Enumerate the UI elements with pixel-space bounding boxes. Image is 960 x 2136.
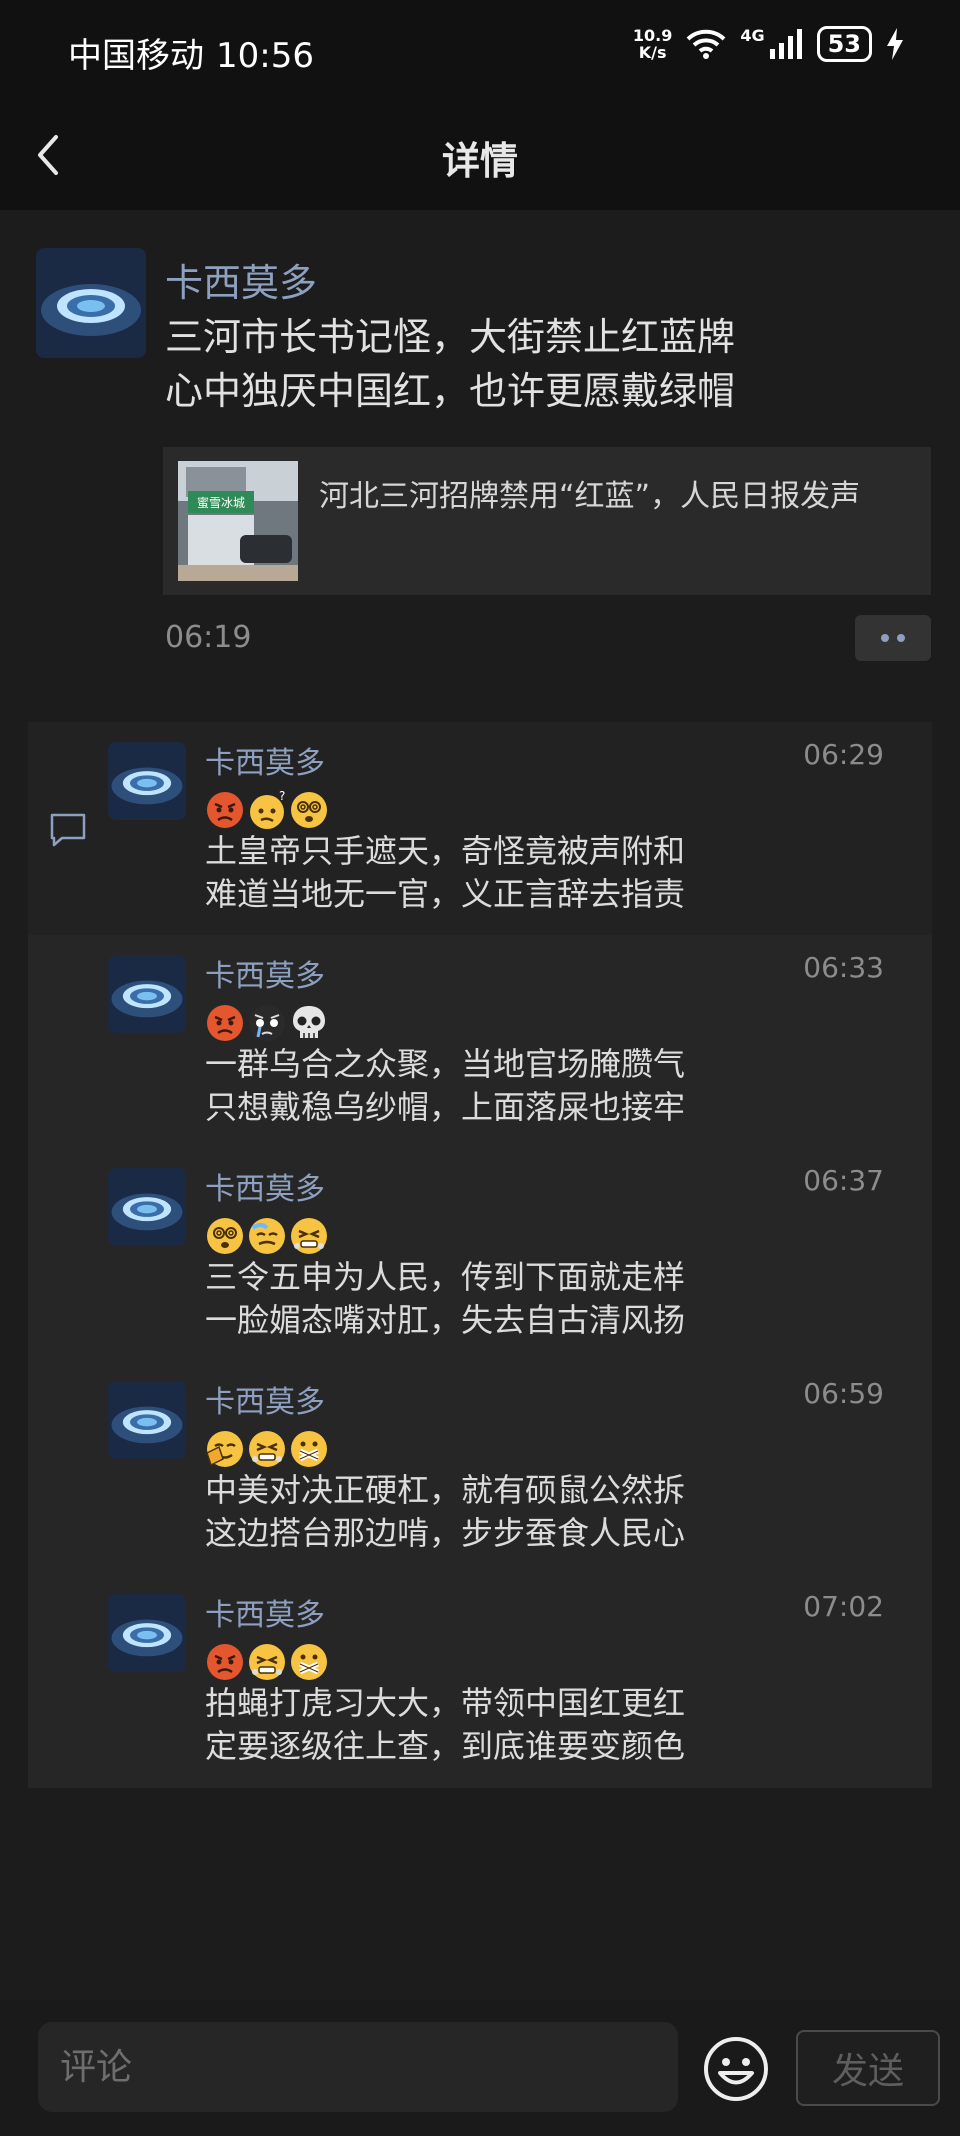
comment-text-line: 定要逐级往上查，到底谁要变颜色 <box>205 1727 686 1765</box>
comment-avatar[interactable] <box>108 1594 186 1672</box>
comment-text: 土皇帝只手遮天，奇怪竟被声附和 难道当地无一官，义正言辞去指责 <box>205 830 685 916</box>
post-text-line: 三河市长书记怪，大街禁止红蓝牌 <box>165 315 736 359</box>
triumph-face-icon <box>291 1218 327 1254</box>
comment-text-line: 拍蝇打虎习大大，带领中国红更红 <box>205 1684 686 1722</box>
comment-item[interactable]: 卡西莫多 06:29 ? 土皇帝只手遮天，奇怪竟被声附和 难道当地无一官，义正言… <box>28 722 932 935</box>
battery-indicator: 53 <box>816 26 872 62</box>
triumph-face-icon <box>249 1431 285 1467</box>
net-speed: 10.9 K/s <box>633 27 672 61</box>
comment-avatar[interactable] <box>108 742 186 820</box>
page-title: 详情 <box>441 139 518 183</box>
dizzy-face-icon <box>207 1218 243 1254</box>
comment-item[interactable]: 卡西莫多 07:02 拍蝇打虎习大大，带领中国红更红 定要逐级往上查，到底谁要变… <box>28 1574 932 1787</box>
comment-item[interactable]: 卡西莫多 06:33 一群乌合之众聚，当地官场腌臜气 只想戴稳乌纱帽，上面落屎也… <box>28 935 932 1148</box>
comment-text: 一群乌合之众聚，当地官场腌臜气 只想戴稳乌纱帽，上面落屎也接牢 <box>205 1043 685 1129</box>
comment-author[interactable]: 卡西莫多 <box>205 1590 325 1634</box>
comment-item[interactable]: 卡西莫多 06:37 三令五申为人民，传到下面就走样 一脸媚态嘴对肛，失去自古清… <box>28 1148 932 1361</box>
comment-author[interactable]: 卡西莫多 <box>205 738 325 782</box>
comment-text-line: 这边搭台那边啃，步步蚕食人民心 <box>205 1514 686 1552</box>
emoji-button[interactable] <box>703 2036 769 2102</box>
comment-text-line: 一脸媚态嘴对肛，失去自古清风扬 <box>205 1301 686 1339</box>
triumph-face-icon <box>249 1644 285 1680</box>
more-actions-button[interactable] <box>855 615 931 661</box>
comment-text: 三令五申为人民，传到下面就走样 一脸媚态嘴对肛，失去自古清风扬 <box>205 1256 685 1342</box>
comment-emojis: ? <box>205 790 329 830</box>
comment-author[interactable]: 卡西莫多 <box>205 951 325 995</box>
carrier-name: 中国移动 <box>68 36 204 76</box>
network-type: 4G <box>740 26 765 45</box>
stadium-avatar-image <box>108 955 186 1033</box>
stadium-avatar-image <box>108 1594 186 1672</box>
send-button[interactable]: 发送 <box>796 2030 940 2106</box>
comment-text-line: 土皇帝只手遮天，奇怪竟被声附和 <box>205 832 686 870</box>
comment-time: 06:33 <box>803 951 884 984</box>
comment-input[interactable] <box>38 2022 678 2112</box>
post-text-line: 心中独厌中国红，也许更愿戴绿帽 <box>165 369 736 413</box>
status-right: 10.9 K/s 4G 53 <box>633 26 904 62</box>
net-speed-unit: K/s <box>638 43 667 62</box>
facepalm-icon <box>206 1431 243 1467</box>
comment-bubble-icon <box>50 813 86 847</box>
zipped-mouth-icon <box>291 1644 327 1680</box>
clock: 10:56 <box>216 36 314 76</box>
comment-avatar[interactable] <box>108 1168 186 1246</box>
signal-icon <box>769 29 802 59</box>
comment-avatar[interactable] <box>108 955 186 1033</box>
comment-emojis <box>205 1642 329 1682</box>
comment-text-line: 只想戴稳乌纱帽，上面落屎也接牢 <box>205 1088 686 1126</box>
comment-text-line: 难道当地无一官，义正言辞去指责 <box>205 875 686 913</box>
svg-text:?: ? <box>279 790 285 803</box>
comment-author[interactable]: 卡西莫多 <box>205 1377 325 1421</box>
sweat-face-icon <box>249 1218 285 1254</box>
comments-panel: 卡西莫多 06:29 ? 土皇帝只手遮天，奇怪竟被声附和 难道当地无一官，义正言… <box>28 722 932 1788</box>
charging-icon <box>887 28 903 60</box>
smiley-icon <box>704 2037 768 2101</box>
status-bar: 中国移动 10:56 10.9 K/s 4G 53 <box>0 0 960 100</box>
stadium-avatar-image <box>108 742 186 820</box>
shared-article-card[interactable]: 蜜雪冰城 河北三河招牌禁用“红蓝”，人民日报发声 <box>163 447 931 595</box>
angry-face-icon <box>207 1644 243 1680</box>
comment-avatar[interactable] <box>108 1381 186 1459</box>
more-dot-icon <box>897 634 905 642</box>
avatar[interactable] <box>36 248 146 358</box>
confused-face-icon: ? <box>250 790 285 829</box>
comment-time: 06:29 <box>803 738 884 771</box>
skull-icon <box>293 1006 325 1038</box>
dizzy-face-icon <box>291 792 327 828</box>
post-text: 三河市长书记怪，大街禁止红蓝牌 心中独厌中国红，也许更愿戴绿帽 <box>165 310 735 418</box>
post-time: 06:19 <box>165 620 252 655</box>
more-dot-icon <box>881 634 889 642</box>
net-speed-value: 10.9 <box>632 26 673 45</box>
storefront-thumbnail-image: 蜜雪冰城 <box>178 461 298 581</box>
comment-text-line: 一群乌合之众聚，当地官场腌臜气 <box>205 1045 686 1083</box>
status-left: 中国移动 10:56 <box>68 28 326 77</box>
comment-text-line: 中美对决正硬杠，就有硕鼠公然拆 <box>205 1471 686 1509</box>
zipped-mouth-icon <box>291 1431 327 1467</box>
stadium-avatar-image <box>108 1168 186 1246</box>
stadium-avatar-image <box>108 1381 186 1459</box>
angry-face-icon <box>207 1005 243 1041</box>
nav-header: 详情 <box>0 100 960 210</box>
comment-time: 06:59 <box>803 1377 884 1410</box>
comment-text: 中美对决正硬杠，就有硕鼠公然拆 这边搭台那边啃，步步蚕食人民心 <box>205 1469 685 1555</box>
comment-emojis <box>205 1216 329 1256</box>
post-author[interactable]: 卡西莫多 <box>165 252 317 307</box>
thumbnail-sign-text: 蜜雪冰城 <box>197 495 245 510</box>
comment-bar: 发送 <box>0 2000 960 2136</box>
stadium-avatar-image <box>36 248 146 358</box>
comment-emojis <box>205 1003 329 1043</box>
wifi-icon <box>686 29 726 59</box>
comment-text-line: 三令五申为人民，传到下面就走样 <box>205 1258 686 1296</box>
comment-time: 07:02 <box>803 1590 884 1623</box>
angry-face-icon <box>207 792 243 828</box>
comment-author[interactable]: 卡西莫多 <box>205 1164 325 1208</box>
comment-time: 06:37 <box>803 1164 884 1197</box>
comment-emojis <box>205 1429 329 1469</box>
article-title: 河北三河招牌禁用“红蓝”，人民日报发声 <box>319 479 861 514</box>
crying-face-icon <box>249 1005 285 1041</box>
comment-item[interactable]: 卡西莫多 06:59 中美对决正硬杠，就有硕鼠公然拆 这边搭台那边啃，步步蚕食人… <box>28 1361 932 1574</box>
article-thumbnail: 蜜雪冰城 <box>178 461 298 581</box>
comment-text: 拍蝇打虎习大大，带领中国红更红 定要逐级往上查，到底谁要变颜色 <box>205 1682 685 1768</box>
